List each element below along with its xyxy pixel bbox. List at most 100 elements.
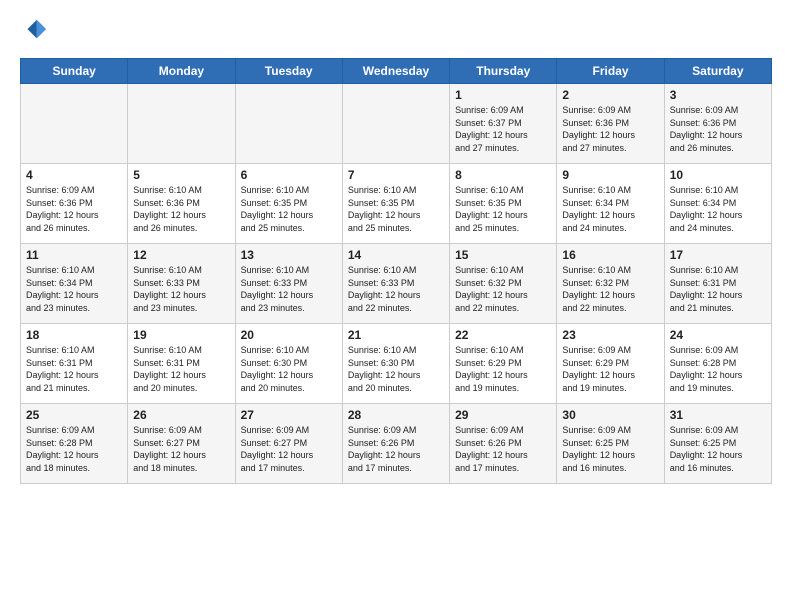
calendar-cell: 11 Sunrise: 6:10 AM Sunset: 6:34 PM Dayli… (21, 244, 128, 324)
day-number: 22 (455, 328, 551, 342)
day-info: Sunrise: 6:10 AM Sunset: 6:33 PM Dayligh… (348, 264, 444, 314)
day-info: Sunrise: 6:10 AM Sunset: 6:34 PM Dayligh… (670, 184, 766, 234)
day-info: Sunrise: 6:09 AM Sunset: 6:36 PM Dayligh… (670, 104, 766, 154)
calendar-cell: 9 Sunrise: 6:10 AM Sunset: 6:34 PM Daylig… (557, 164, 664, 244)
day-info: Sunrise: 6:10 AM Sunset: 6:32 PM Dayligh… (562, 264, 658, 314)
calendar-week-row: 1 Sunrise: 6:09 AM Sunset: 6:37 PM Daylig… (21, 84, 772, 164)
day-info: Sunrise: 6:10 AM Sunset: 6:36 PM Dayligh… (133, 184, 229, 234)
calendar-cell: 6 Sunrise: 6:10 AM Sunset: 6:35 PM Daylig… (235, 164, 342, 244)
day-number: 19 (133, 328, 229, 342)
day-number: 26 (133, 408, 229, 422)
calendar-cell: 31Sunrise: 6:09 AM Sunset: 6:25 PM Dayli… (664, 404, 771, 484)
day-number: 20 (241, 328, 337, 342)
calendar-cell: 23Sunrise: 6:09 AM Sunset: 6:29 PM Dayli… (557, 324, 664, 404)
day-number: 21 (348, 328, 444, 342)
day-info: Sunrise: 6:09 AM Sunset: 6:26 PM Dayligh… (348, 424, 444, 474)
day-info: Sunrise: 6:09 AM Sunset: 6:28 PM Dayligh… (26, 424, 122, 474)
day-info: Sunrise: 6:09 AM Sunset: 6:26 PM Dayligh… (455, 424, 551, 474)
day-info: Sunrise: 6:09 AM Sunset: 6:36 PM Dayligh… (562, 104, 658, 154)
day-number: 30 (562, 408, 658, 422)
calendar-cell: 15Sunrise: 6:10 AM Sunset: 6:32 PM Dayli… (450, 244, 557, 324)
calendar-table: SundayMondayTuesdayWednesdayThursdayFrid… (20, 58, 772, 484)
day-number: 10 (670, 168, 766, 182)
day-info: Sunrise: 6:10 AM Sunset: 6:35 PM Dayligh… (455, 184, 551, 234)
day-info: Sunrise: 6:10 AM Sunset: 6:31 PM Dayligh… (670, 264, 766, 314)
calendar-cell: 10 Sunrise: 6:10 AM Sunset: 6:34 PM Dayli… (664, 164, 771, 244)
calendar-cell: 4Sunrise: 6:09 AM Sunset: 6:36 PM Daylig… (21, 164, 128, 244)
calendar-cell: 2 Sunrise: 6:09 AM Sunset: 6:36 PM Daylig… (557, 84, 664, 164)
day-number: 6 (241, 168, 337, 182)
day-number: 9 (562, 168, 658, 182)
day-number: 7 (348, 168, 444, 182)
weekday-header: Monday (128, 59, 235, 84)
day-number: 27 (241, 408, 337, 422)
calendar-week-row: 11 Sunrise: 6:10 AM Sunset: 6:34 PM Dayli… (21, 244, 772, 324)
calendar-cell (21, 84, 128, 164)
page: SundayMondayTuesdayWednesdayThursdayFrid… (0, 0, 792, 496)
calendar-cell: 29 Sunrise: 6:09 AM Sunset: 6:26 PM Dayli… (450, 404, 557, 484)
day-info: Sunrise: 6:10 AM Sunset: 6:33 PM Dayligh… (133, 264, 229, 314)
calendar-cell: 1 Sunrise: 6:09 AM Sunset: 6:37 PM Daylig… (450, 84, 557, 164)
day-number: 13 (241, 248, 337, 262)
day-number: 18 (26, 328, 122, 342)
day-info: Sunrise: 6:10 AM Sunset: 6:30 PM Dayligh… (348, 344, 444, 394)
calendar-cell: 21 Sunrise: 6:10 AM Sunset: 6:30 PM Dayli… (342, 324, 449, 404)
header (20, 16, 772, 44)
day-number: 11 (26, 248, 122, 262)
calendar-cell: 17 Sunrise: 6:10 AM Sunset: 6:31 PM Dayli… (664, 244, 771, 324)
day-number: 3 (670, 88, 766, 102)
day-number: 1 (455, 88, 551, 102)
day-number: 16 (562, 248, 658, 262)
calendar-cell: 19 Sunrise: 6:10 AM Sunset: 6:31 PM Dayli… (128, 324, 235, 404)
logo-icon (20, 16, 48, 44)
calendar-cell: 26 Sunrise: 6:09 AM Sunset: 6:27 PM Dayli… (128, 404, 235, 484)
day-info: Sunrise: 6:09 AM Sunset: 6:29 PM Dayligh… (562, 344, 658, 394)
day-info: Sunrise: 6:09 AM Sunset: 6:25 PM Dayligh… (562, 424, 658, 474)
calendar-cell: 24Sunrise: 6:09 AM Sunset: 6:28 PM Dayli… (664, 324, 771, 404)
day-info: Sunrise: 6:10 AM Sunset: 6:33 PM Dayligh… (241, 264, 337, 314)
calendar-cell: 12Sunrise: 6:10 AM Sunset: 6:33 PM Dayli… (128, 244, 235, 324)
calendar-week-row: 18 Sunrise: 6:10 AM Sunset: 6:31 PM Dayli… (21, 324, 772, 404)
day-info: Sunrise: 6:10 AM Sunset: 6:35 PM Dayligh… (348, 184, 444, 234)
calendar-cell: 14Sunrise: 6:10 AM Sunset: 6:33 PM Dayli… (342, 244, 449, 324)
day-number: 8 (455, 168, 551, 182)
calendar-cell: 30 Sunrise: 6:09 AM Sunset: 6:25 PM Dayli… (557, 404, 664, 484)
calendar-cell: 25 Sunrise: 6:09 AM Sunset: 6:28 PM Dayli… (21, 404, 128, 484)
calendar-cell: 18 Sunrise: 6:10 AM Sunset: 6:31 PM Dayli… (21, 324, 128, 404)
day-number: 25 (26, 408, 122, 422)
calendar-cell: 3 Sunrise: 6:09 AM Sunset: 6:36 PM Daylig… (664, 84, 771, 164)
calendar-cell: 7 Sunrise: 6:10 AM Sunset: 6:35 PM Daylig… (342, 164, 449, 244)
header-row: SundayMondayTuesdayWednesdayThursdayFrid… (21, 59, 772, 84)
weekday-header: Friday (557, 59, 664, 84)
day-info: Sunrise: 6:10 AM Sunset: 6:35 PM Dayligh… (241, 184, 337, 234)
calendar-cell: 8 Sunrise: 6:10 AM Sunset: 6:35 PM Daylig… (450, 164, 557, 244)
day-number: 29 (455, 408, 551, 422)
day-info: Sunrise: 6:10 AM Sunset: 6:34 PM Dayligh… (562, 184, 658, 234)
day-info: Sunrise: 6:09 AM Sunset: 6:36 PM Dayligh… (26, 184, 122, 234)
day-info: Sunrise: 6:09 AM Sunset: 6:27 PM Dayligh… (133, 424, 229, 474)
calendar-cell: 13 Sunrise: 6:10 AM Sunset: 6:33 PM Dayli… (235, 244, 342, 324)
day-number: 28 (348, 408, 444, 422)
day-info: Sunrise: 6:10 AM Sunset: 6:34 PM Dayligh… (26, 264, 122, 314)
day-number: 5 (133, 168, 229, 182)
calendar-cell: 5 Sunrise: 6:10 AM Sunset: 6:36 PM Daylig… (128, 164, 235, 244)
day-info: Sunrise: 6:09 AM Sunset: 6:25 PM Dayligh… (670, 424, 766, 474)
day-number: 2 (562, 88, 658, 102)
calendar-cell: 27 Sunrise: 6:09 AM Sunset: 6:27 PM Dayli… (235, 404, 342, 484)
weekday-header: Saturday (664, 59, 771, 84)
day-number: 17 (670, 248, 766, 262)
day-info: Sunrise: 6:10 AM Sunset: 6:32 PM Dayligh… (455, 264, 551, 314)
day-info: Sunrise: 6:10 AM Sunset: 6:29 PM Dayligh… (455, 344, 551, 394)
day-info: Sunrise: 6:09 AM Sunset: 6:27 PM Dayligh… (241, 424, 337, 474)
day-info: Sunrise: 6:09 AM Sunset: 6:37 PM Dayligh… (455, 104, 551, 154)
calendar-week-row: 25 Sunrise: 6:09 AM Sunset: 6:28 PM Dayli… (21, 404, 772, 484)
weekday-header: Thursday (450, 59, 557, 84)
logo (20, 16, 50, 44)
day-info: Sunrise: 6:10 AM Sunset: 6:31 PM Dayligh… (133, 344, 229, 394)
day-info: Sunrise: 6:10 AM Sunset: 6:31 PM Dayligh… (26, 344, 122, 394)
calendar-cell: 20Sunrise: 6:10 AM Sunset: 6:30 PM Dayli… (235, 324, 342, 404)
calendar-cell (235, 84, 342, 164)
day-info: Sunrise: 6:09 AM Sunset: 6:28 PM Dayligh… (670, 344, 766, 394)
weekday-header: Tuesday (235, 59, 342, 84)
weekday-header: Sunday (21, 59, 128, 84)
